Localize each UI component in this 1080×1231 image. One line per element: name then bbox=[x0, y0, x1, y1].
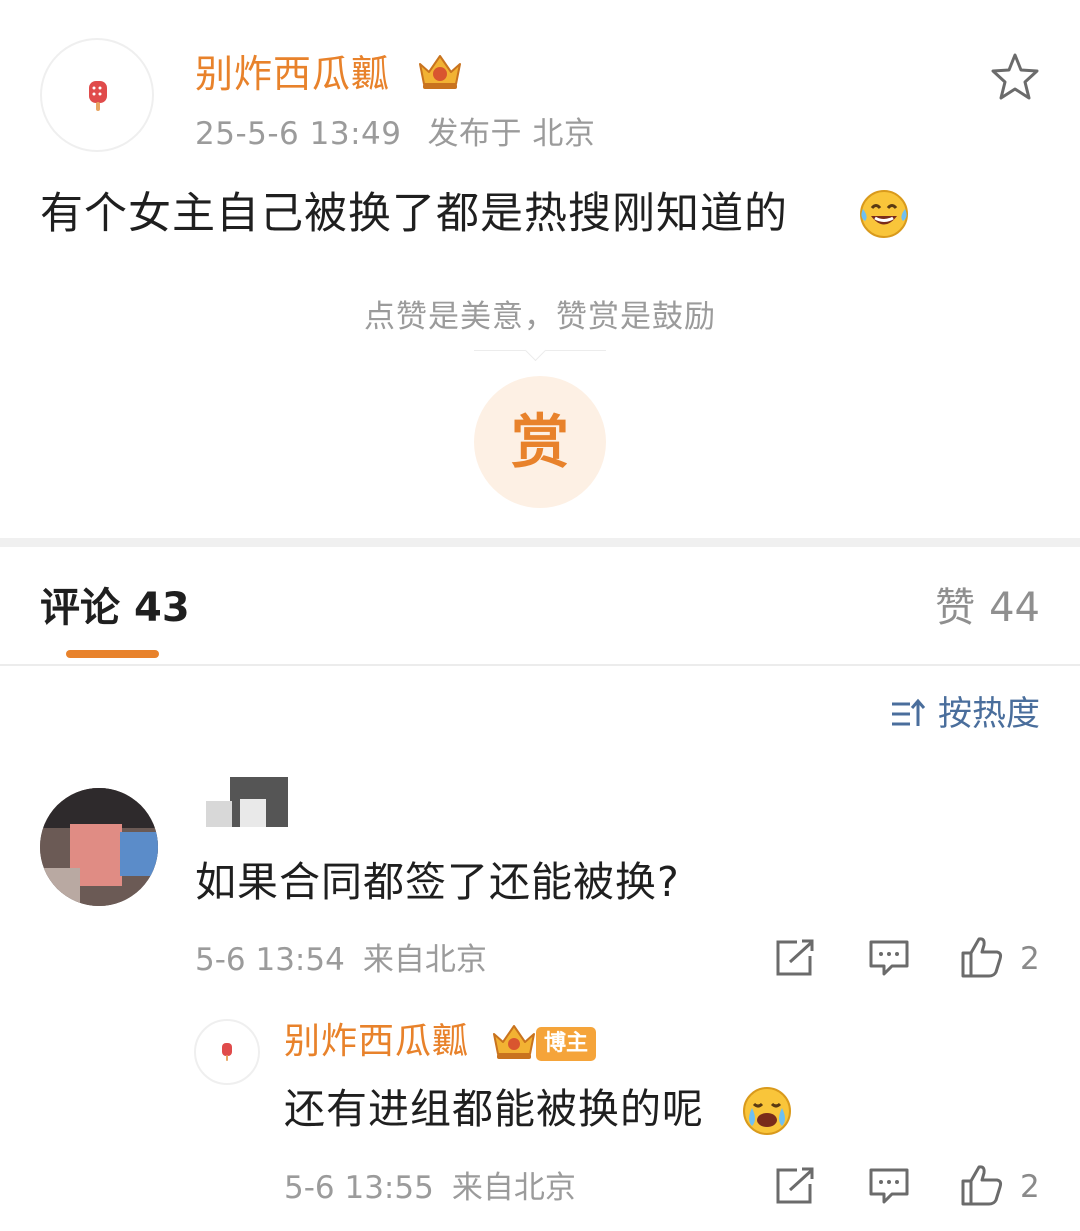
share-icon[interactable] bbox=[775, 939, 815, 981]
share-icon[interactable] bbox=[775, 1167, 815, 1209]
tab-likes[interactable]: 赞 44 bbox=[935, 582, 1040, 634]
reply-text: 还有进组都能被换的呢 bbox=[284, 1085, 704, 1133]
reward-hint: 点赞是美意，赞赏是鼓励 bbox=[364, 299, 716, 335]
sort-by-popularity-button[interactable]: 按热度 bbox=[890, 692, 1040, 736]
tab-likes-count: 44 bbox=[989, 585, 1040, 631]
comment-icon[interactable] bbox=[868, 939, 910, 981]
comment-text: 如果合同都签了还能被换? bbox=[195, 858, 680, 906]
comment-icon[interactable] bbox=[868, 1167, 910, 1209]
commenter-name-redacted[interactable] bbox=[200, 771, 288, 827]
post-date: 25-5-6 13:49 bbox=[195, 116, 402, 152]
tab-divider bbox=[0, 664, 1080, 666]
vip-crown-icon bbox=[415, 50, 465, 96]
favorite-star-icon[interactable] bbox=[990, 52, 1040, 104]
reply-location: 来自北京 bbox=[451, 1170, 576, 1206]
comment-date: 5-6 13:54 bbox=[195, 942, 345, 978]
like-count: 2 bbox=[1020, 941, 1040, 977]
tab-comments-label: 评论 bbox=[40, 585, 120, 631]
post-location: 发布于 北京 bbox=[427, 116, 596, 152]
tab-comments[interactable]: 评论 43 bbox=[40, 582, 190, 634]
tab-comments-count: 43 bbox=[134, 585, 190, 631]
commenter-avatar[interactable] bbox=[40, 788, 158, 906]
tab-likes-label: 赞 bbox=[935, 585, 976, 631]
like-thumb-icon[interactable] bbox=[960, 1163, 1004, 1211]
reward-button[interactable]: 赏 bbox=[474, 376, 606, 508]
post-text: 有个女主自己被换了都是热搜刚知道的 bbox=[40, 189, 788, 239]
section-separator bbox=[0, 538, 1080, 547]
like-count: 2 bbox=[1020, 1169, 1040, 1205]
reply-date: 5-6 13:55 bbox=[284, 1170, 434, 1206]
popsicle-icon bbox=[89, 81, 107, 111]
like-thumb-icon[interactable] bbox=[960, 935, 1004, 983]
crying-emoji-icon bbox=[740, 1084, 794, 1142]
popsicle-icon bbox=[222, 1043, 232, 1061]
reward-pointer bbox=[524, 339, 547, 362]
active-tab-indicator bbox=[66, 650, 159, 658]
post-meta: 25-5-6 13:49 发布于 北京 bbox=[195, 112, 595, 156]
comment-meta: 5-6 13:54 来自北京 bbox=[195, 938, 487, 982]
comment-location: 来自北京 bbox=[362, 942, 487, 978]
vip-crown-icon bbox=[490, 1020, 538, 1066]
sort-icon bbox=[892, 698, 926, 726]
sort-label: 按热度 bbox=[938, 694, 1040, 734]
post-author-name[interactable]: 别炸西瓜瓤 bbox=[195, 50, 390, 98]
laughing-tears-emoji-icon bbox=[857, 187, 911, 245]
reply-author-avatar[interactable] bbox=[194, 1019, 260, 1085]
author-badge: 博主 bbox=[536, 1027, 597, 1061]
post-author-avatar[interactable] bbox=[40, 38, 154, 152]
reply-meta: 5-6 13:55 来自北京 bbox=[284, 1166, 576, 1210]
reply-author-name[interactable]: 别炸西瓜瓤 bbox=[284, 1018, 469, 1066]
